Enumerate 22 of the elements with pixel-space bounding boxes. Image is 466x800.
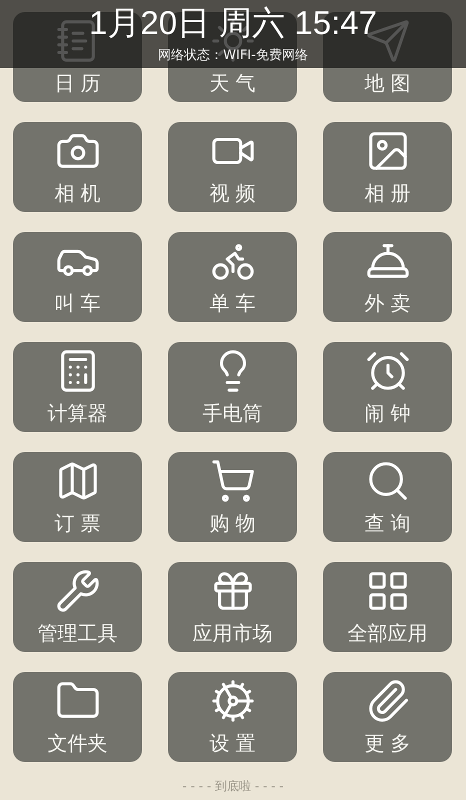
app-tile[interactable]: 查 询 (323, 452, 452, 542)
app-tile[interactable]: 手电筒 (168, 342, 297, 432)
wrench-icon (54, 568, 100, 614)
app-tile[interactable]: 视 频 (168, 122, 297, 212)
app-tile[interactable]: 叫 车 (13, 232, 142, 322)
app-tile[interactable]: 外 卖 (323, 232, 452, 322)
app-tile[interactable]: 相 机 (13, 122, 142, 212)
app-tile[interactable]: 应用市场 (168, 562, 297, 652)
app-tile[interactable]: 闹 钟 (323, 342, 452, 432)
app-tile[interactable]: 单 车 (168, 232, 297, 322)
app-tile[interactable]: 全部应用 (323, 562, 452, 652)
gears-icon (210, 678, 256, 724)
app-tile[interactable]: 购 物 (168, 452, 297, 542)
end-of-list-text: - - - - 到底啦 - - - - (182, 778, 284, 795)
app-tile[interactable]: 相 册 (323, 122, 452, 212)
app-tile[interactable]: 管理工具 (13, 562, 142, 652)
app-tile[interactable]: 计算器 (13, 342, 142, 432)
app-tile[interactable]: 文件夹 (13, 672, 142, 762)
app-tile[interactable]: 设 置 (168, 672, 297, 762)
app-tile[interactable]: 订 票 (13, 452, 142, 542)
shopping-cart-icon (210, 458, 256, 504)
app-tile[interactable]: 更 多 (323, 672, 452, 762)
